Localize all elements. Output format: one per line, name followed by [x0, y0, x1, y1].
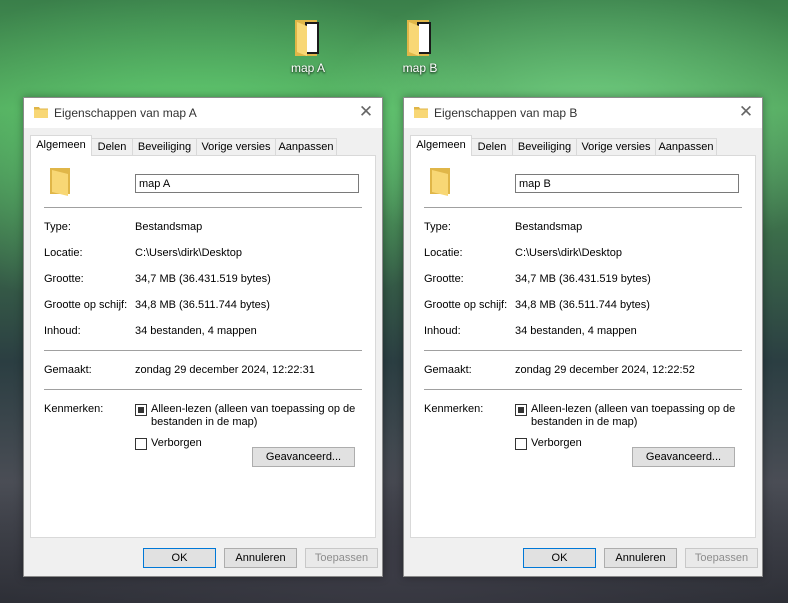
folder-icon: [293, 18, 323, 58]
tab-aanpassen[interactable]: Aanpassen: [655, 138, 717, 155]
ok-button[interactable]: OK: [523, 548, 596, 568]
tab-vorige-versies[interactable]: Vorige versies: [196, 138, 276, 155]
tab-beveiliging[interactable]: Beveiliging: [132, 138, 197, 155]
type-label: Type:: [424, 221, 451, 233]
tab-vorige-versies[interactable]: Vorige versies: [576, 138, 656, 155]
close-icon[interactable]: ✕: [738, 103, 754, 121]
tab-algemeen[interactable]: Algemeen: [30, 135, 92, 156]
disk-size-value: 34,8 MB (36.511.744 bytes): [135, 299, 270, 311]
advanced-button[interactable]: Geavanceerd...: [632, 447, 735, 467]
separator: [424, 389, 742, 390]
window-title: Eigenschappen van map A: [54, 106, 197, 120]
created-label: Gemaakt:: [424, 364, 472, 376]
folder-name-input[interactable]: map B: [515, 174, 739, 193]
disk-size-label: Grootte op schijf:: [424, 299, 508, 311]
tab-beveiliging[interactable]: Beveiliging: [512, 138, 577, 155]
desktop-icon-map-b[interactable]: map B: [390, 18, 450, 75]
location-value: C:\Users\dirk\Desktop: [135, 247, 242, 259]
created-label: Gemaakt:: [44, 364, 92, 376]
desktop-icon-label: map B: [402, 61, 438, 75]
size-label: Grootte:: [424, 273, 464, 285]
properties-dialog-map-b: Eigenschappen van map B ✕ Algemeen Delen…: [403, 97, 763, 577]
location-label: Locatie:: [44, 247, 83, 259]
folder-icon: [50, 168, 70, 196]
attributes-label: Kenmerken:: [424, 403, 484, 415]
tab-panel-general: map A Type: Bestandsmap Locatie: C:\User…: [30, 155, 376, 538]
hidden-label: Verborgen: [531, 437, 582, 449]
disk-size-label: Grootte op schijf:: [44, 299, 128, 311]
apply-button[interactable]: Toepassen: [305, 548, 378, 568]
disk-size-value: 34,8 MB (36.511.744 bytes): [515, 299, 650, 311]
folder-icon: [430, 168, 450, 196]
desktop-icon-map-a[interactable]: map A: [278, 18, 338, 75]
separator: [44, 350, 362, 351]
attributes-label: Kenmerken:: [44, 403, 104, 415]
ok-button[interactable]: OK: [143, 548, 216, 568]
location-label: Locatie:: [424, 247, 463, 259]
size-value: 34,7 MB (36.431.519 bytes): [515, 273, 651, 285]
folder-name-input[interactable]: map A: [135, 174, 359, 193]
contents-value: 34 bestanden, 4 mappen: [135, 325, 257, 337]
desktop-icon-label: map A: [290, 61, 326, 75]
hidden-checkbox[interactable]: [515, 438, 527, 450]
location-value: C:\Users\dirk\Desktop: [515, 247, 622, 259]
cancel-button[interactable]: Annuleren: [604, 548, 677, 568]
folder-icon: [34, 107, 48, 118]
title-bar[interactable]: Eigenschappen van map A ✕: [24, 98, 382, 128]
contents-label: Inhoud:: [44, 325, 81, 337]
title-bar[interactable]: Eigenschappen van map B ✕: [404, 98, 762, 128]
window-title: Eigenschappen van map B: [434, 106, 578, 120]
contents-label: Inhoud:: [424, 325, 461, 337]
readonly-label: Alleen-lezen (alleen van toepassing op d…: [531, 403, 736, 428]
advanced-button[interactable]: Geavanceerd...: [252, 447, 355, 467]
cancel-button[interactable]: Annuleren: [224, 548, 297, 568]
folder-icon: [414, 107, 428, 118]
properties-dialog-map-a: Eigenschappen van map A ✕ Algemeen Delen…: [23, 97, 383, 577]
readonly-checkbox[interactable]: [515, 404, 527, 416]
type-value: Bestandsmap: [135, 221, 203, 233]
type-value: Bestandsmap: [515, 221, 583, 233]
separator: [424, 207, 742, 208]
close-icon[interactable]: ✕: [358, 103, 374, 121]
separator: [44, 207, 362, 208]
hidden-label: Verborgen: [151, 437, 202, 449]
tab-delen[interactable]: Delen: [91, 138, 133, 155]
separator: [44, 389, 362, 390]
apply-button[interactable]: Toepassen: [685, 548, 758, 568]
size-label: Grootte:: [44, 273, 84, 285]
tab-delen[interactable]: Delen: [471, 138, 513, 155]
tab-aanpassen[interactable]: Aanpassen: [275, 138, 337, 155]
contents-value: 34 bestanden, 4 mappen: [515, 325, 637, 337]
size-value: 34,7 MB (36.431.519 bytes): [135, 273, 271, 285]
separator: [424, 350, 742, 351]
readonly-label: Alleen-lezen (alleen van toepassing op d…: [151, 403, 356, 428]
readonly-checkbox[interactable]: [135, 404, 147, 416]
tab-panel-general: map B Type: Bestandsmap Locatie: C:\User…: [410, 155, 756, 538]
tab-algemeen[interactable]: Algemeen: [410, 135, 472, 156]
folder-icon: [405, 18, 435, 58]
created-value: zondag 29 december 2024, 12:22:52: [515, 364, 695, 376]
type-label: Type:: [44, 221, 71, 233]
created-value: zondag 29 december 2024, 12:22:31: [135, 364, 315, 376]
hidden-checkbox[interactable]: [135, 438, 147, 450]
